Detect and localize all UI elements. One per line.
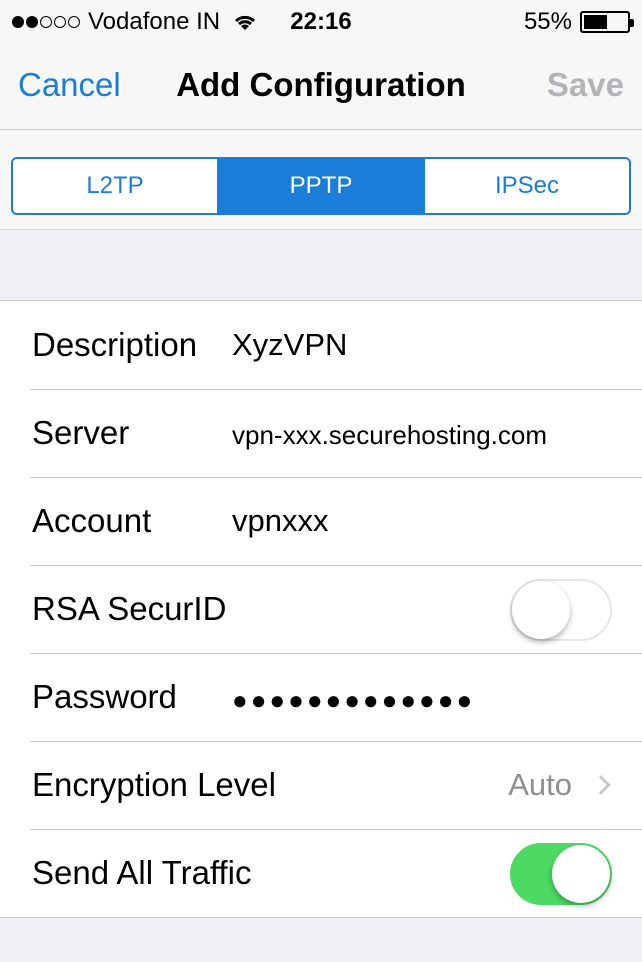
encryption-level-value: Auto	[508, 767, 572, 802]
password-field[interactable]: ●●●●●●●●●●●●●	[232, 653, 475, 741]
send-all-traffic-label: Send All Traffic	[32, 854, 252, 891]
navigation-bar: Cancel Add Configuration Save	[0, 44, 642, 130]
toggle-knob	[512, 581, 570, 639]
configuration-form: Description XyzVPN Server vpn-xxx.secure…	[0, 300, 642, 918]
segment-pptp[interactable]: PPTP	[217, 159, 423, 213]
page-title: Add Configuration	[176, 66, 466, 103]
description-field[interactable]: XyzVPN	[232, 301, 347, 389]
account-label: Account	[32, 502, 152, 539]
battery-fill	[584, 15, 608, 29]
rsa-securid-toggle[interactable]	[510, 579, 612, 641]
segment-ipsec[interactable]: IPSec	[423, 159, 629, 213]
password-label: Password	[32, 678, 177, 715]
server-row[interactable]: Server vpn-xxx.securehosting.com	[0, 389, 642, 477]
send-all-traffic-toggle[interactable]	[510, 843, 612, 905]
toggle-knob	[552, 845, 610, 903]
encryption-level-value-group: Auto	[508, 741, 612, 829]
rsa-securid-row: RSA SecurID	[0, 565, 642, 653]
battery-percent: 55%	[523, 8, 572, 35]
description-label: Description	[32, 326, 198, 363]
send-all-traffic-row: Send All Traffic	[0, 829, 642, 917]
server-field[interactable]: vpn-xxx.securehosting.com	[232, 389, 547, 477]
server-label: Server	[32, 414, 130, 451]
description-row[interactable]: Description XyzVPN	[0, 301, 642, 389]
battery-icon	[580, 11, 634, 33]
save-button[interactable]: Save	[547, 66, 624, 104]
encryption-level-row[interactable]: Encryption Level Auto	[0, 741, 642, 829]
vpn-type-segmented-control: L2TP PPTP IPSec	[11, 157, 631, 215]
chevron-right-icon	[591, 775, 611, 795]
password-row[interactable]: Password ●●●●●●●●●●●●●	[0, 653, 642, 741]
rsa-securid-label: RSA SecurID	[32, 590, 227, 627]
encryption-level-label: Encryption Level	[32, 766, 276, 803]
segment-l2tp[interactable]: L2TP	[13, 159, 217, 213]
account-row[interactable]: Account vpnxxx	[0, 477, 642, 565]
status-right: 55%	[523, 8, 634, 36]
vpn-type-section: L2TP PPTP IPSec	[0, 130, 642, 230]
status-bar: Vodafone IN 22:16 55%	[0, 0, 642, 44]
account-field[interactable]: vpnxxx	[232, 477, 328, 565]
